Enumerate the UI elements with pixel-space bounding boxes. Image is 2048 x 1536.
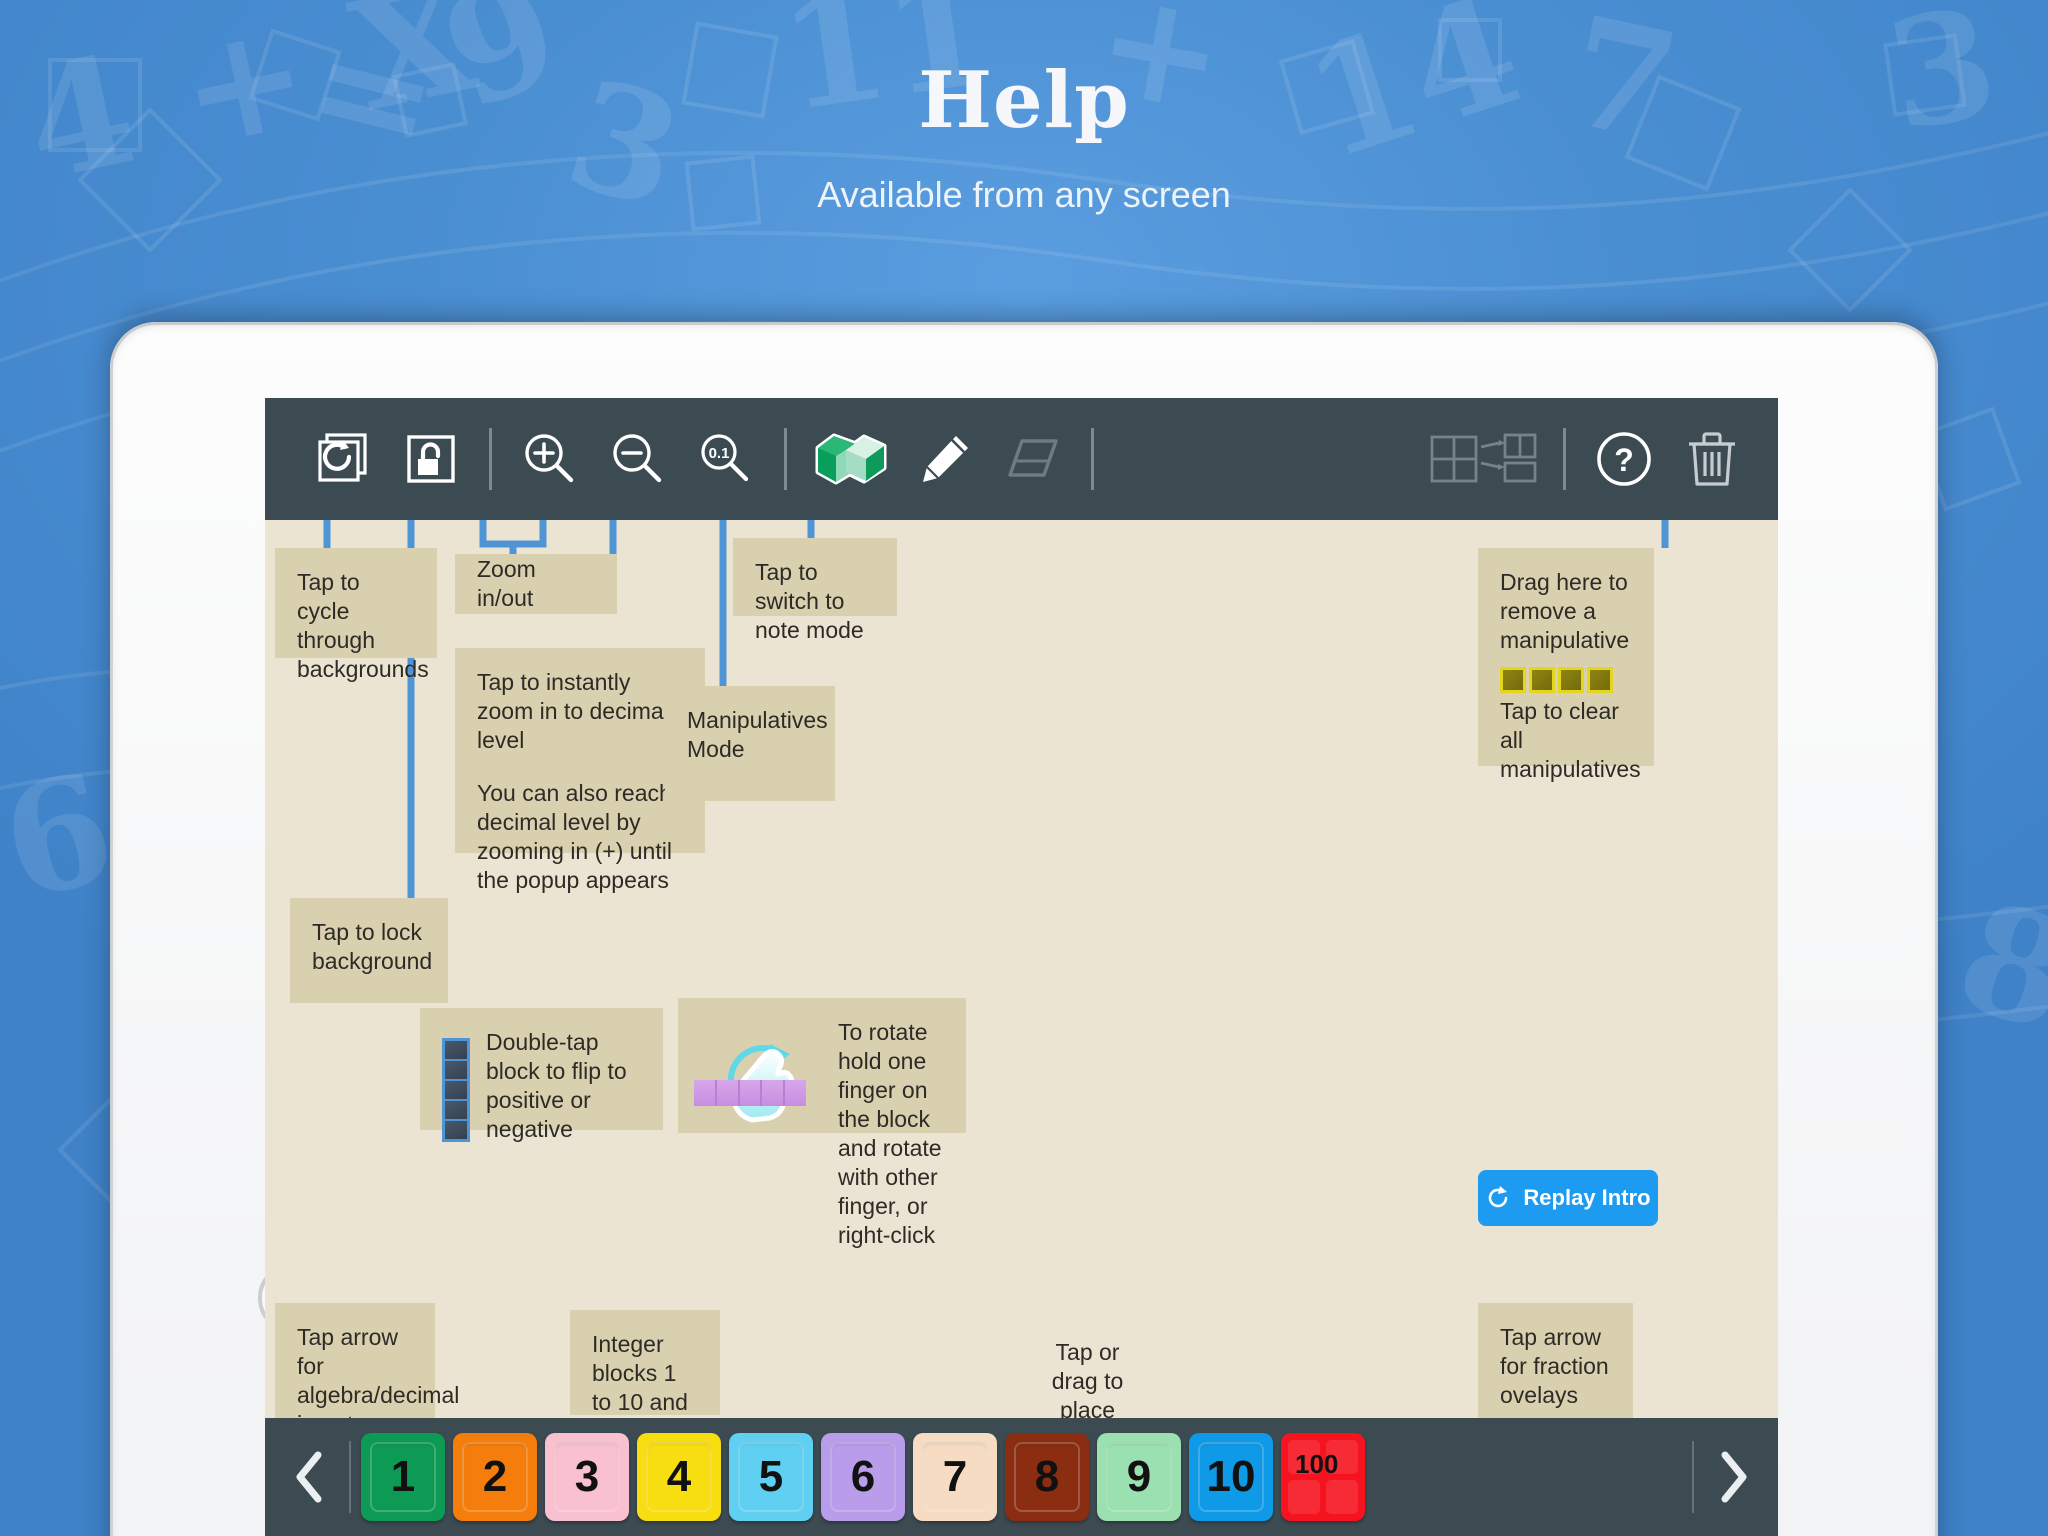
- callout-text: Double-tap block to flip to positive or …: [486, 1029, 627, 1142]
- note-mode-button[interactable]: [901, 415, 989, 503]
- rotate-gesture-icon: [692, 1028, 828, 1148]
- tray-tile-label: 6: [850, 1452, 876, 1501]
- callout-text-drag-remove: Drag here to remove a manipulative: [1500, 569, 1630, 653]
- callout-lock-background: Tap to lock background: [290, 898, 448, 1003]
- svg-text:8: 8: [1939, 867, 2048, 1067]
- callout-algebra-decimal-inserts: Tap arrow for algebra/decimal inserts: [275, 1303, 459, 1437]
- callout-text: To rotate hold one finger on the block a…: [838, 1019, 942, 1248]
- tray-tile-label: 5: [758, 1452, 784, 1501]
- trash-button[interactable]: [1668, 415, 1756, 503]
- callout-text-line2: You can also reach decimal level by zoom…: [477, 779, 672, 893]
- callout-note-mode: Tap to switch to note mode: [733, 538, 897, 643]
- lock-background-button[interactable]: [387, 415, 475, 503]
- callout-double-tap-flip: Double-tap block to flip to positive or …: [420, 1008, 663, 1142]
- eraser-icon: [1008, 439, 1058, 477]
- tray-tile-7[interactable]: 7: [913, 1433, 997, 1521]
- tray-tile-100[interactable]: 100: [1281, 1433, 1365, 1521]
- page-title: Help: [918, 55, 1130, 146]
- grid-split-icon: [1430, 433, 1537, 483]
- svg-text:0.1: 0.1: [709, 445, 730, 462]
- help-button[interactable]: ?: [1580, 415, 1668, 503]
- tray-tile-2[interactable]: 2: [453, 1433, 537, 1521]
- callout-text-line1: Tap to instantly zoom in to decimal leve…: [477, 669, 669, 753]
- zoom-out-button[interactable]: [594, 415, 682, 503]
- green-blocks-icon: [815, 433, 887, 485]
- trash-icon: [1689, 432, 1735, 486]
- question-circle-icon: ?: [1597, 432, 1651, 486]
- pencil-icon: [923, 436, 968, 482]
- manipulative-blocks-icon: [1500, 666, 1632, 693]
- tray-divider: [349, 1441, 351, 1513]
- toolbar-divider: [1091, 428, 1094, 490]
- callout-text: Zoom in/out: [477, 556, 536, 611]
- split-workspace-button[interactable]: [1419, 415, 1549, 503]
- tray-tile-label: 7: [942, 1452, 968, 1501]
- page-subtitle: Available from any screen: [817, 174, 1231, 215]
- tray-divider: [1692, 1441, 1694, 1513]
- callout-trash: Drag here to remove a manipulative Tap t…: [1478, 548, 1654, 782]
- tray-tile-6[interactable]: 6: [821, 1433, 905, 1521]
- integer-block-stack-icon: [442, 1038, 470, 1142]
- tray-tile-label: 100: [1295, 1449, 1339, 1479]
- tray-prev-button[interactable]: [279, 1432, 339, 1522]
- replay-circle-arrow-icon: [1489, 1186, 1508, 1208]
- tray-tile-label: 2: [482, 1452, 508, 1501]
- callout-cycle-backgrounds: Tap to cycle through backgrounds: [275, 548, 437, 682]
- decimal-zoom-button[interactable]: 0.1: [682, 415, 770, 503]
- tray-tile-label: 10: [1206, 1452, 1256, 1501]
- toolbar-divider: [489, 428, 492, 490]
- eraser-button[interactable]: [989, 415, 1077, 503]
- callout-text: Tap to lock background: [312, 919, 433, 974]
- purple-block-icon: [694, 1080, 806, 1106]
- refresh-pages-icon: [318, 433, 367, 482]
- callout-integer-blocks: Integer blocks 1 to 10 and 100: [570, 1310, 720, 1444]
- magnifier-minus-icon: [613, 434, 662, 483]
- callout-rotate: To rotate hold one finger on the block a…: [678, 998, 966, 1248]
- tray-tile-label: 8: [1034, 1452, 1060, 1501]
- callout-text-clear-all: Tap to clear all manipulatives: [1500, 697, 1641, 782]
- zoom-in-button[interactable]: [506, 415, 594, 503]
- manipulatives-tray: 1 2 3 4 5 6 7 8 9 10 100: [265, 1418, 1778, 1536]
- tray-tile-label: 1: [390, 1452, 416, 1501]
- header: Help Available from any screen: [0, 0, 2048, 216]
- tray-tile-label: 4: [666, 1452, 692, 1501]
- manipulatives-mode-button[interactable]: [801, 415, 901, 503]
- callout-text: Manipulatives Mode: [687, 707, 828, 762]
- callout-text: Tap to switch to note mode: [755, 559, 864, 643]
- app-toolbar: 0.1 ?: [265, 398, 1778, 520]
- chevron-right-icon: [1721, 1451, 1747, 1503]
- tray-tile-label: 3: [574, 1452, 600, 1501]
- unlock-icon: [407, 435, 455, 483]
- tray-tile-8[interactable]: 8: [1005, 1433, 1089, 1521]
- tray-next-button[interactable]: [1704, 1432, 1764, 1522]
- callout-manipulatives-mode: Manipulatives Mode: [665, 686, 835, 801]
- tray-tile-10[interactable]: 10: [1189, 1433, 1273, 1521]
- cycle-backgrounds-button[interactable]: [299, 415, 387, 503]
- callout-text: Tap arrow for fraction ovelays: [1500, 1324, 1609, 1408]
- tray-tile-9[interactable]: 9: [1097, 1433, 1181, 1521]
- replay-intro-button[interactable]: Replay Intro: [1478, 1170, 1658, 1226]
- tray-tile-list: 1 2 3 4 5 6 7 8 9 10 100: [361, 1433, 1682, 1521]
- callout-zoom-in-out: Zoom in/out: [455, 554, 617, 614]
- chevron-left-icon: [296, 1451, 322, 1503]
- tray-tile-5[interactable]: 5: [729, 1433, 813, 1521]
- callout-fraction-overlays: Tap arrow for fraction ovelays: [1478, 1303, 1633, 1418]
- toolbar-divider: [784, 428, 787, 490]
- tray-tile-1[interactable]: 1: [361, 1433, 445, 1521]
- tray-tile-3[interactable]: 3: [545, 1433, 629, 1521]
- tray-tile-label: 9: [1126, 1452, 1152, 1501]
- tray-tile-4[interactable]: 4: [637, 1433, 721, 1521]
- magnifier-plus-icon: [525, 434, 574, 483]
- callout-text: Tap to cycle through backgrounds: [297, 569, 429, 682]
- app-screen: 0.1 ? Tap to cycle through backgrounds T…: [265, 398, 1778, 1536]
- replay-intro-label: Replay Intro: [1523, 1185, 1651, 1210]
- magnifier-decimal-icon: 0.1: [701, 434, 749, 482]
- svg-text:?: ?: [1614, 442, 1634, 478]
- toolbar-divider: [1563, 428, 1566, 490]
